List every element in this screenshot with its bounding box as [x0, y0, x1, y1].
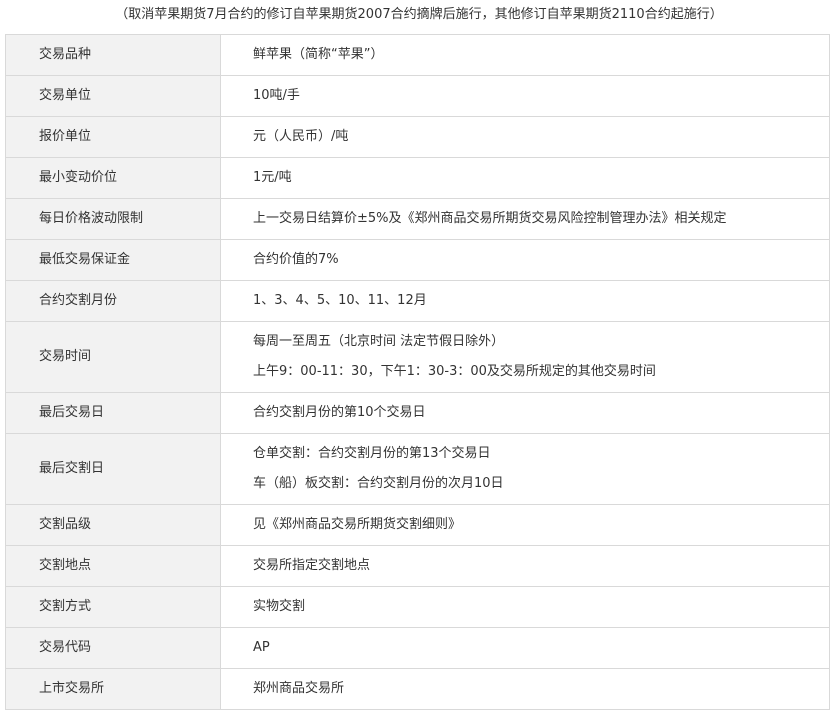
value-line: 见《郑州商品交易所期货交割细则》 [253, 517, 462, 532]
value-line: 上午9：00-11：30，下午1：30-3：00及交易所规定的其他交易时间 [253, 364, 656, 379]
row-value: AP [220, 627, 830, 669]
row-label: 报价单位 [5, 116, 221, 158]
row-label: 最后交易日 [5, 392, 221, 434]
table-row: 交易品种 鲜苹果（简称“苹果”） [5, 34, 830, 76]
table-row: 交易代码 AP [5, 627, 830, 669]
row-label: 交易单位 [5, 75, 221, 117]
value-line: 10吨/手 [253, 88, 300, 103]
table-row: 最后交易日 合约交割月份的第10个交易日 [5, 392, 830, 434]
value-line: 仓单交割：合约交割月份的第13个交易日 [253, 446, 491, 461]
value-line: 上一交易日结算价±5%及《郑州商品交易所期货交易风险控制管理办法》相关规定 [253, 211, 727, 226]
table-row: 交割地点 交易所指定交割地点 [5, 545, 830, 587]
row-value: 合约价值的7% [220, 239, 830, 281]
row-value: 实物交割 [220, 586, 830, 628]
table-row: 合约交割月份 1、3、4、5、10、11、12月 [5, 280, 830, 322]
row-value: 10吨/手 [220, 75, 830, 117]
value-line: AP [253, 640, 270, 655]
row-label: 合约交割月份 [5, 280, 221, 322]
row-value: 仓单交割：合约交割月份的第13个交易日 车（船）板交割：合约交割月份的次月10日 [220, 433, 830, 505]
value-line: 车（船）板交割：合约交割月份的次月10日 [253, 476, 504, 491]
table-row: 最后交割日 仓单交割：合约交割月份的第13个交易日 车（船）板交割：合约交割月份… [5, 433, 830, 505]
row-label: 最低交易保证金 [5, 239, 221, 281]
value-line: 合约交割月份的第10个交易日 [253, 405, 426, 420]
row-label: 最小变动价位 [5, 157, 221, 199]
row-label: 上市交易所 [5, 668, 221, 710]
table-row: 交易单位 10吨/手 [5, 75, 830, 117]
value-line: 1、3、4、5、10、11、12月 [253, 293, 427, 308]
value-line: 合约价值的7% [253, 252, 339, 267]
row-label: 交割地点 [5, 545, 221, 587]
table-row: 交易时间 每周一至周五（北京时间 法定节假日除外） 上午9：00-11：30，下… [5, 321, 830, 393]
row-label: 交易品种 [5, 34, 221, 76]
value-line: 交易所指定交割地点 [253, 558, 371, 573]
value-line: 实物交割 [253, 599, 306, 614]
row-value: 鲜苹果（简称“苹果”） [220, 34, 830, 76]
row-value: 上一交易日结算价±5%及《郑州商品交易所期货交易风险控制管理办法》相关规定 [220, 198, 830, 240]
row-value: 1、3、4、5、10、11、12月 [220, 280, 830, 322]
table-row: 最小变动价位 1元/吨 [5, 157, 830, 199]
row-value: 元（人民币）/吨 [220, 116, 830, 158]
contract-spec-table: 交易品种 鲜苹果（简称“苹果”） 交易单位 10吨/手 报价单位 元（人民币）/… [5, 34, 830, 710]
value-line: 1元/吨 [253, 170, 292, 185]
row-label: 每日价格波动限制 [5, 198, 221, 240]
table-row: 交割品级 见《郑州商品交易所期货交割细则》 [5, 504, 830, 546]
row-value: 合约交割月份的第10个交易日 [220, 392, 830, 434]
value-line: 郑州商品交易所 [253, 681, 345, 696]
table-row: 最低交易保证金 合约价值的7% [5, 239, 830, 281]
row-label: 最后交割日 [5, 433, 221, 505]
value-line: 每周一至周五（北京时间 法定节假日除外） [253, 334, 505, 349]
row-value: 交易所指定交割地点 [220, 545, 830, 587]
table-row: 每日价格波动限制 上一交易日结算价±5%及《郑州商品交易所期货交易风险控制管理办… [5, 198, 830, 240]
value-line: 鲜苹果（简称“苹果”） [253, 47, 384, 62]
row-label: 交割方式 [5, 586, 221, 628]
row-value: 见《郑州商品交易所期货交割细则》 [220, 504, 830, 546]
table-row: 交割方式 实物交割 [5, 586, 830, 628]
row-label: 交易时间 [5, 321, 221, 393]
row-label: 交割品级 [5, 504, 221, 546]
row-label: 交易代码 [5, 627, 221, 669]
row-value: 1元/吨 [220, 157, 830, 199]
row-value: 郑州商品交易所 [220, 668, 830, 710]
table-row: 上市交易所 郑州商品交易所 [5, 668, 830, 710]
row-value: 每周一至周五（北京时间 法定节假日除外） 上午9：00-11：30，下午1：30… [220, 321, 830, 393]
value-line: 元（人民币）/吨 [253, 129, 349, 144]
table-row: 报价单位 元（人民币）/吨 [5, 116, 830, 158]
implementation-note: （取消苹果期货7月合约的修订自苹果期货2007合约摘牌后施行，其他修订自苹果期货… [115, 7, 723, 22]
